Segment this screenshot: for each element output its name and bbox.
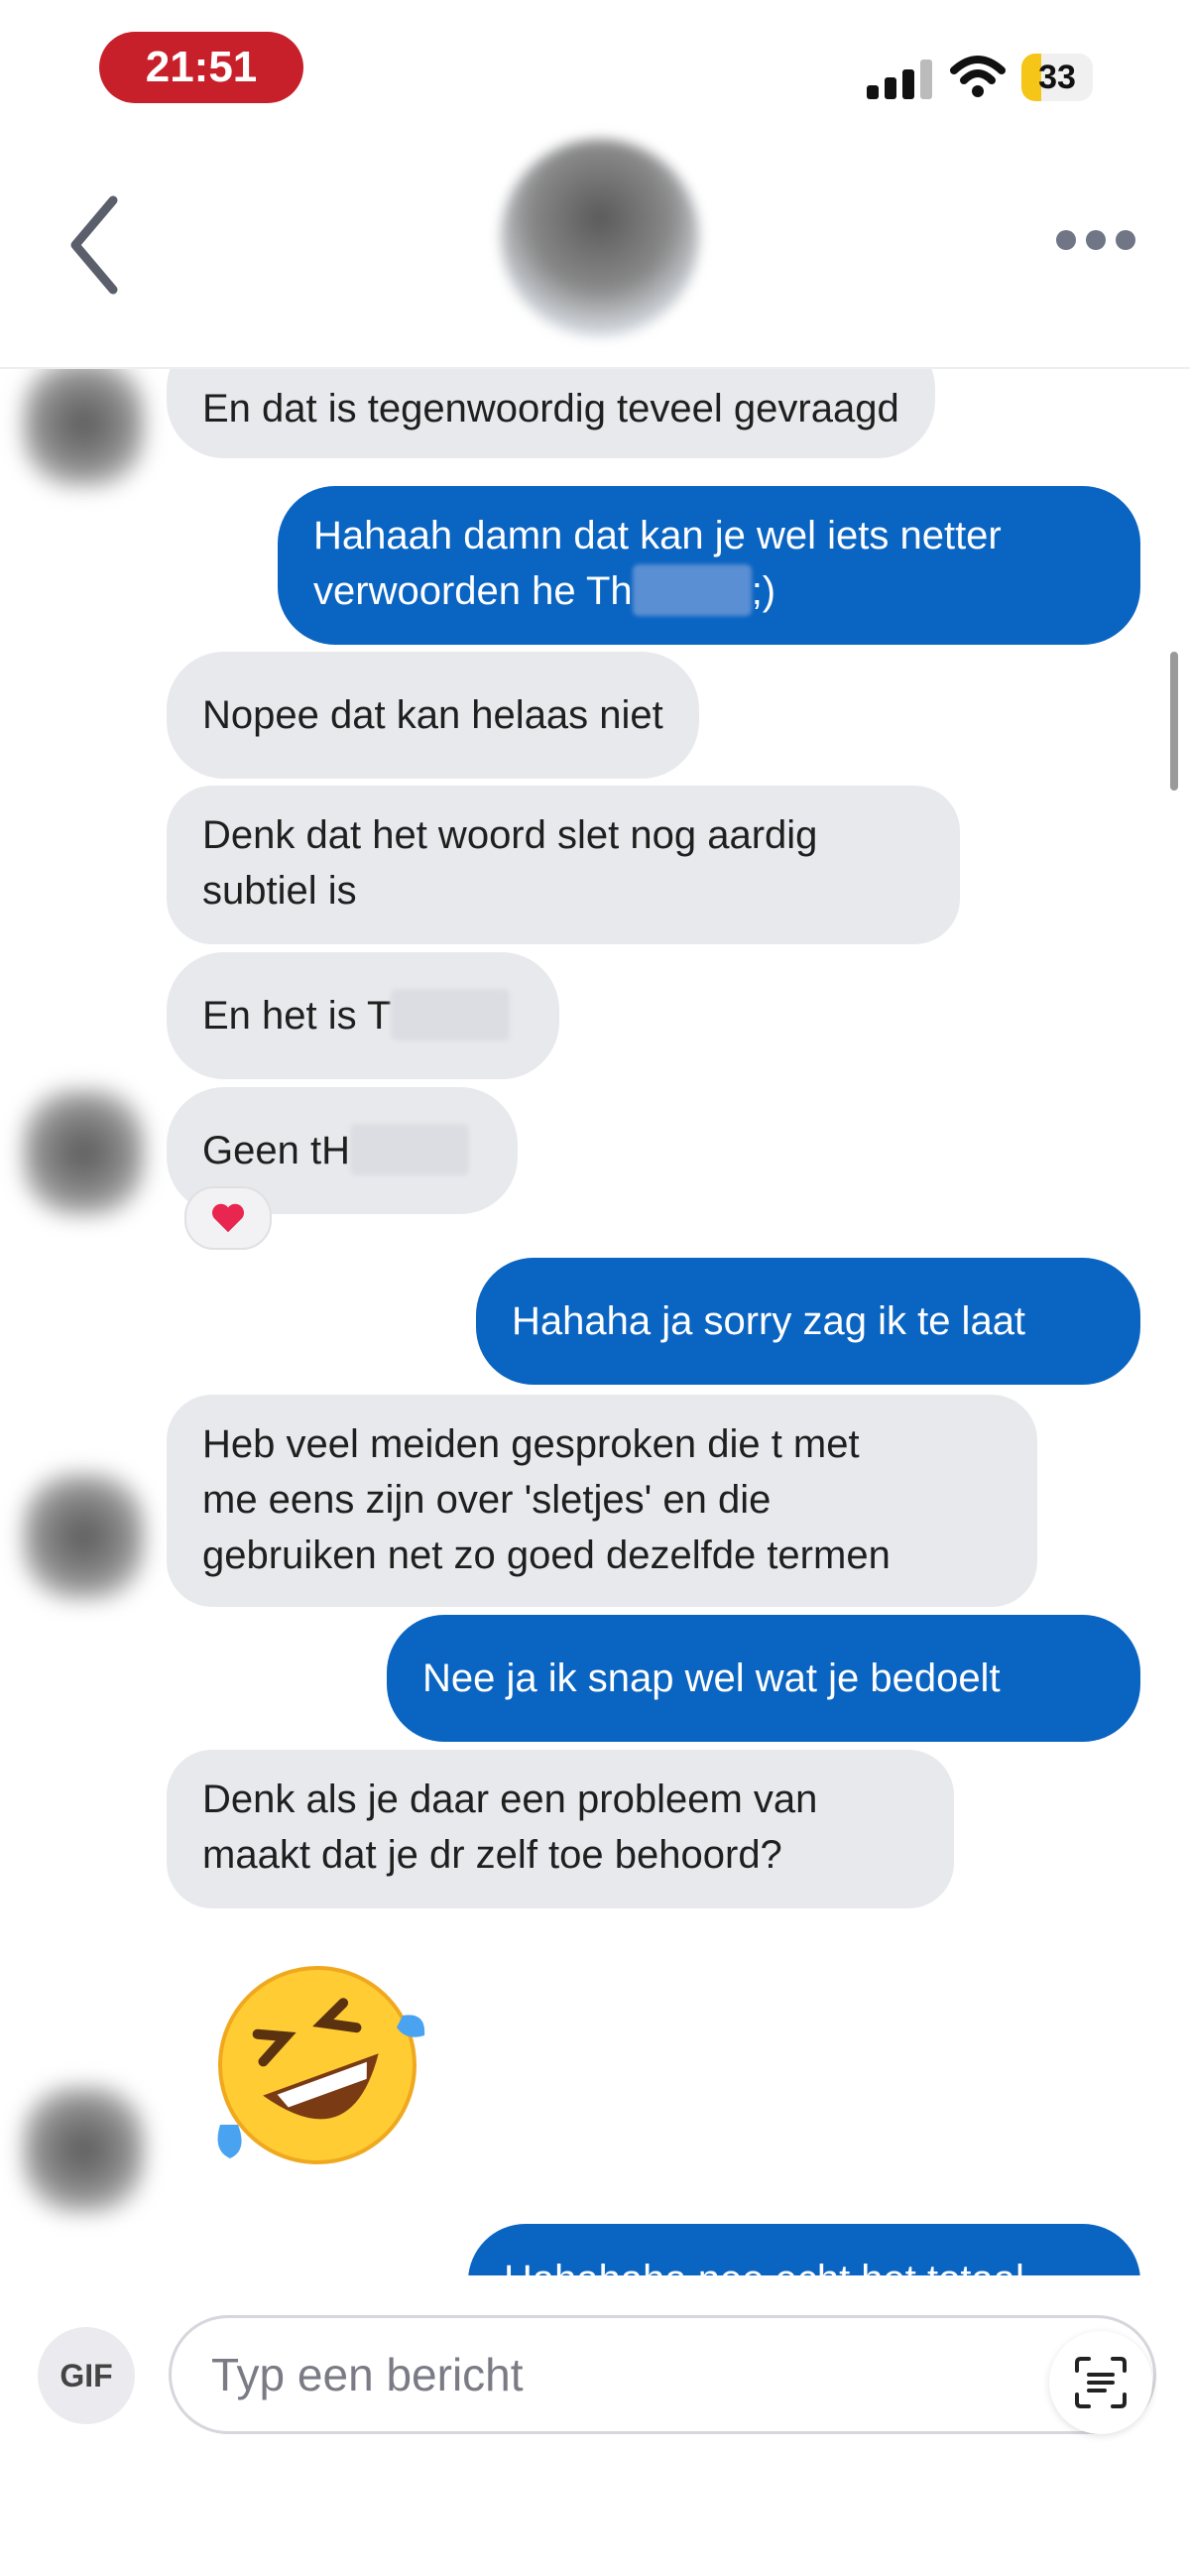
chat-header [0, 139, 1190, 369]
outgoing-message: Hahaha ja sorry zag ik te laat [476, 1258, 1140, 1385]
incoming-message: Nopee dat kan helaas niet [167, 652, 699, 779]
message-text: Hahaha ja sorry zag ik te laat [512, 1299, 1026, 1343]
message-text: Heb veel meiden gesproken die t met [202, 1422, 860, 1466]
sender-avatar [22, 1472, 146, 1601]
message-input-placeholder: Typ een bericht [211, 2349, 524, 2400]
message-text: Geen tH [202, 1129, 350, 1172]
text-scan-button[interactable] [1049, 2331, 1152, 2434]
message-text: Nopee dat kan helaas niet [202, 693, 663, 737]
incoming-message: Denk dat het woord slet nog aardig subti… [167, 786, 960, 944]
status-time: 21:51 [99, 32, 303, 103]
message-text: Denk dat het woord slet nog aardig [202, 813, 818, 857]
outgoing-message: Hahahaha nee echt het totaal [468, 2224, 1140, 2275]
status-bar: 21:51 33 [0, 0, 1190, 139]
message-text: Hahahaha nee echt het totaal [504, 2258, 1024, 2275]
message-text: me eens zijn over 'sletjes' en die [202, 1478, 772, 1522]
incoming-message: Heb veel meiden gesproken die t met me e… [167, 1395, 1037, 1607]
chevron-left-icon[interactable] [60, 190, 139, 300]
scrollbar[interactable] [1170, 652, 1178, 791]
message-text: gebruiken net zo goed dezelfde termen [202, 1533, 891, 1577]
gif-button[interactable]: GIF [38, 2327, 135, 2424]
message-reaction[interactable] [184, 1186, 272, 1250]
message-composer: GIF Typ een bericht [0, 2275, 1190, 2576]
message-text: Nee ja ik snap wel wat je bedoelt [422, 1656, 1001, 1700]
outgoing-message: Nee ja ik snap wel wat je bedoelt [387, 1615, 1140, 1742]
incoming-message: En dat is tegenwoordig teveel gevraagd [167, 369, 935, 458]
sender-avatar [22, 2085, 146, 2214]
message-text: subtiel is [202, 869, 357, 913]
redacted-name [391, 989, 511, 1041]
battery-percent: 33 [1038, 59, 1076, 96]
message-text: En het is T [202, 994, 392, 1038]
cellular-signal-icon [867, 58, 932, 99]
redacted-name [349, 1124, 469, 1175]
text-scan-icon [1075, 2357, 1127, 2408]
message-list[interactable]: En dat is tegenwoordig teveel gevraagd H… [0, 369, 1190, 2275]
sender-avatar [22, 369, 146, 488]
message-text: verwoorden he Th;) [313, 563, 1105, 619]
contact-avatar[interactable] [501, 139, 699, 337]
heart-icon [212, 1203, 244, 1233]
redacted-name [632, 564, 752, 616]
outgoing-message: Hahaah damn dat kan je wel iets netter v… [278, 486, 1140, 645]
incoming-message: En het is T [167, 952, 559, 1079]
wifi-icon [950, 56, 1006, 97]
incoming-message: Denk als je daar een probleem van maakt … [167, 1750, 954, 1908]
more-dots-icon[interactable] [1046, 218, 1135, 258]
message-text: Hahaah damn dat kan je wel iets netter [313, 514, 1002, 557]
message-text: Denk als je daar een probleem van [202, 1778, 818, 1821]
message-input[interactable]: Typ een bericht [169, 2315, 1156, 2434]
battery-indicator: 33 [1021, 54, 1093, 101]
sender-avatar [22, 1088, 146, 1217]
message-text: En dat is tegenwoordig teveel gevraagd [202, 387, 899, 430]
message-text: maakt dat je dr zelf toe behoord? [202, 1833, 782, 1877]
rolling-on-floor-laughing-emoji [217, 1966, 425, 2164]
